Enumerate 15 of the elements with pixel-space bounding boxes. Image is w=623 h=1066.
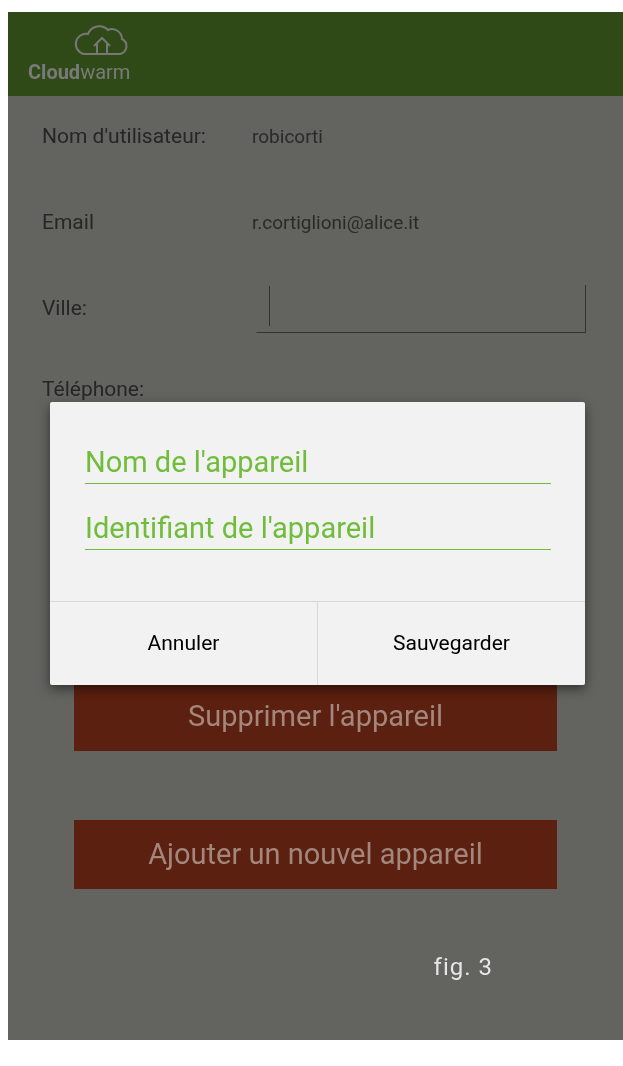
input-field[interactable]: Identifiant de l'appareil (85, 506, 551, 550)
action-button[interactable]: Ajouter un nouvel appareil (74, 820, 557, 889)
input-field[interactable] (256, 285, 586, 333)
field-value: robicorti (252, 123, 323, 150)
action-button[interactable]: Supprimer l'appareil (74, 682, 557, 751)
figure-caption: fig. 3 (433, 952, 493, 983)
field-label: Téléphone: (42, 376, 146, 403)
field-label: Email (42, 209, 95, 237)
dialog-button[interactable]: Sauvegarder (317, 602, 585, 685)
field-label: Ville: (42, 295, 88, 323)
logo: Cloudwarm (28, 62, 131, 82)
field-value: r.cortiglioni@alice.it (252, 209, 420, 236)
dialog-button[interactable]: Annuler (50, 602, 317, 685)
input-field[interactable]: Nom de l'appareil (85, 440, 551, 484)
field-label: Nom d'utilisateur: (42, 123, 207, 151)
